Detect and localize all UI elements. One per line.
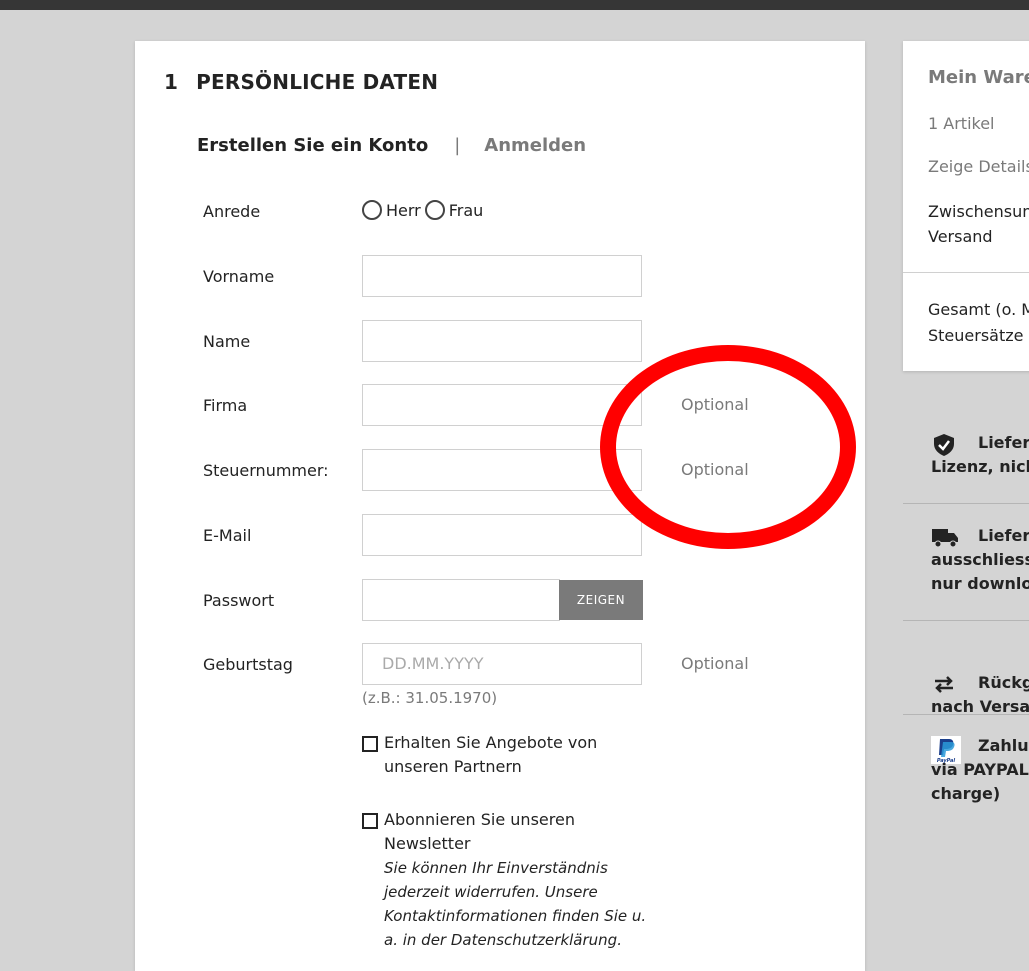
info-payment-body-line2: charge) <box>931 784 1001 803</box>
account-tabs: Erstellen Sie ein Konto | Anmelden <box>197 135 586 156</box>
password-label: Passwort <box>203 591 275 610</box>
cart-subtotal-label: Zwischensum <box>928 202 1029 221</box>
partner-offers-label[interactable]: Erhalten Sie Angebote von unseren Partne… <box>384 731 654 779</box>
info-returns-body: nach Versa <box>931 697 1029 716</box>
newsletter-note-line4: a. in der Datenschutzerklärung. <box>384 931 622 949</box>
section-heading: PERSÖNLICHE DATEN <box>196 70 439 94</box>
tax-number-label: Steuernummer: <box>203 461 329 480</box>
first-name-label: Vorname <box>203 267 275 286</box>
newsletter-line1: Abonnieren Sie unseren <box>384 810 575 829</box>
company-input[interactable] <box>362 384 642 426</box>
newsletter-note-line1: Sie können Ihr Einverständnis <box>384 859 608 877</box>
email-label: E-Mail <box>203 526 252 545</box>
last-name-label: Name <box>203 332 251 351</box>
browser-top-bar <box>0 0 1029 10</box>
radio-circle-icon[interactable] <box>424 200 445 220</box>
info-payment-title: Zahlu <box>978 736 1029 755</box>
cart-tax-label: Steuersätze <box>928 326 1024 345</box>
newsletter-note-line3: Kontaktinformationen finden Sie u. <box>384 907 647 925</box>
last-name-input[interactable] <box>362 320 642 362</box>
radio-circle-icon[interactable] <box>362 200 382 220</box>
password-input[interactable] <box>362 579 560 621</box>
radio-frau[interactable]: Frau <box>424 200 484 220</box>
company-label: Firma <box>203 396 248 415</box>
info-license-body: Lizenz, nich <box>931 457 1029 476</box>
info-divider <box>903 620 1029 621</box>
tab-create-account[interactable]: Erstellen Sie ein Konto <box>197 135 428 156</box>
shield-check-icon <box>931 433 957 456</box>
salutation-label: Anrede <box>203 202 261 221</box>
info-block-license: Liefer Lizenz, nich <box>903 431 1029 479</box>
truck-icon <box>931 526 958 548</box>
birthday-optional-note: Optional <box>681 654 749 673</box>
info-block-payment: PayPal Zahlu via PAYPAL charge) <box>903 734 1029 806</box>
section-title: 1 PERSÖNLICHE DATEN <box>164 70 438 94</box>
info-block-returns: Rückg nach Versa <box>903 671 1029 719</box>
newsletter-checkbox[interactable] <box>362 813 378 829</box>
info-divider <box>903 503 1029 504</box>
info-delivery-title: Liefer <box>978 526 1029 545</box>
birthday-format-hint: (z.B.: 31.05.1970) <box>362 689 498 707</box>
info-payment-body-line1: via PAYPAL <box>931 760 1029 779</box>
paypal-icon: PayPal <box>931 735 961 764</box>
red-annotation-circle <box>600 345 856 549</box>
cart-title: Mein Ware <box>928 67 1029 88</box>
cart-divider <box>903 272 1029 273</box>
newsletter-note-line2: jederzeit widerrufen. Unsere <box>384 883 598 901</box>
info-divider <box>903 714 1029 715</box>
birthday-input[interactable]: DD.MM.YYYY <box>362 643 642 685</box>
newsletter-line2: Newsletter <box>384 834 471 853</box>
show-password-button[interactable]: ZEIGEN <box>559 580 643 620</box>
partner-offers-line1: Erhalten Sie Angebote von <box>384 733 598 752</box>
email-input[interactable] <box>362 514 642 556</box>
section-number: 1 <box>164 70 179 94</box>
tab-separator: | <box>454 135 461 156</box>
info-delivery-body-line2: nur downlo <box>931 574 1029 593</box>
radio-herr-label[interactable]: Herr <box>386 201 421 220</box>
cart-total-label: Gesamt (o. M <box>928 300 1029 319</box>
first-name-input[interactable] <box>362 255 642 297</box>
cart-shipping-label: Versand <box>928 227 993 246</box>
cart-items-count: 1 Artikel <box>928 114 995 133</box>
cart-summary-box: Mein Ware 1 Artikel Zeige Details Zwisch… <box>903 41 1029 371</box>
info-delivery-body-line1: ausschliess <box>931 550 1029 569</box>
radio-frau-label[interactable]: Frau <box>449 201 484 220</box>
exchange-arrows-icon <box>931 673 957 695</box>
salutation-radio-group: Herr Frau <box>362 200 487 220</box>
radio-herr[interactable]: Herr <box>362 200 421 220</box>
info-returns-title: Rückg <box>978 673 1029 692</box>
info-block-delivery: Liefer ausschliess nur downlo <box>903 524 1029 596</box>
tab-login[interactable]: Anmelden <box>484 135 586 156</box>
info-license-title: Liefer <box>978 433 1029 452</box>
partner-offers-line2: unseren Partnern <box>384 757 522 776</box>
partner-offers-checkbox[interactable] <box>362 736 378 752</box>
newsletter-label[interactable]: Abonnieren Sie unseren Newsletter Sie kö… <box>384 808 654 952</box>
cart-show-details[interactable]: Zeige Details <box>928 157 1029 176</box>
birthday-label: Geburtstag <box>203 655 293 674</box>
